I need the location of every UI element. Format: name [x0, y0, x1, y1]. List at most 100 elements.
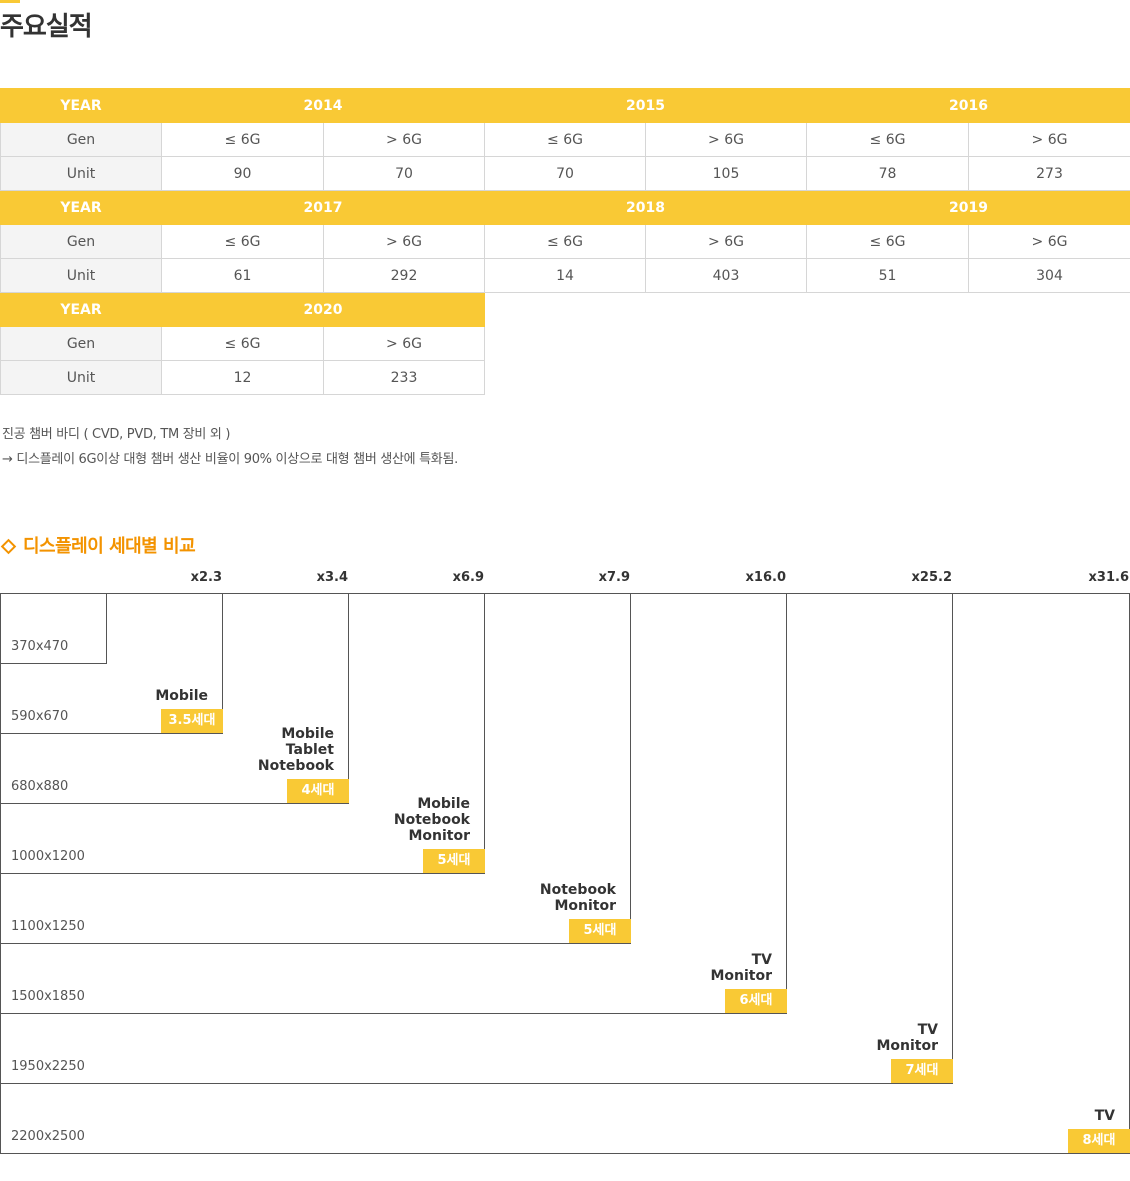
gen-row: Gen ≤ 6G > 6G ≤ 6G > 6G ≤ 6G > 6G — [0, 122, 1130, 157]
unit-low-cell: 12 — [161, 360, 324, 395]
unit-row: Unit 12 233 — [0, 360, 1130, 395]
size-label: 1100x1250 — [11, 919, 85, 934]
gen-low-cell: ≤ 6G — [806, 224, 969, 259]
application-labels: TV — [1095, 1108, 1115, 1124]
unit-high-cell: 273 — [968, 156, 1130, 191]
note-specialization: → 디스플레이 6G이상 대형 챔버 생산 비율이 90% 이상으로 대형 챔버… — [2, 452, 458, 467]
year-header: 2017 — [161, 190, 485, 225]
year-header: 2020 — [161, 292, 485, 327]
note-equipment: 진공 챔버 바디 ( CVD, PVD, TM 장비 외 ) — [2, 427, 231, 442]
generation-badge: 7세대 — [891, 1059, 953, 1083]
unit-low-cell: 90 — [161, 156, 324, 191]
comparison-title: 디스플레이 세대별 비교 — [0, 532, 196, 558]
unit-high-cell: 105 — [645, 156, 807, 191]
diamond-icon — [0, 538, 17, 554]
year-header: 2019 — [806, 190, 1130, 225]
size-label: 2200x2500 — [11, 1129, 85, 1144]
application-labels: Notebook Monitor — [540, 882, 616, 914]
application-label: Notebook — [393, 812, 470, 828]
application-label: Tablet — [285, 742, 334, 758]
application-label: Monitor — [554, 898, 616, 914]
gen-row: Gen ≤ 6G > 6G — [0, 326, 1130, 361]
unit-label: Unit — [0, 360, 162, 395]
size-label: 590x670 — [11, 709, 69, 724]
multiplier-label: x2.3 — [190, 570, 222, 585]
size-label: 1950x2250 — [11, 1059, 85, 1074]
gen-label: Gen — [0, 122, 162, 157]
unit-low-cell: 51 — [806, 258, 969, 293]
generation-badge: 6세대 — [725, 989, 787, 1013]
generation-badge: 5세대 — [569, 919, 631, 943]
gen-low-cell: ≤ 6G — [161, 224, 324, 259]
gen-label: Gen — [0, 326, 162, 361]
unit-low-cell: 78 — [806, 156, 969, 191]
gen-low-cell: ≤ 6G — [161, 326, 324, 361]
application-label: Mobile — [155, 688, 208, 704]
generation-badge: 8세대 — [1068, 1129, 1130, 1153]
generation-badge: 3.5세대 — [161, 709, 223, 733]
empty-cell — [485, 361, 1130, 395]
unit-low-cell: 14 — [484, 258, 646, 293]
year-header: 2015 — [484, 88, 807, 123]
gen-high-cell: > 6G — [645, 122, 807, 157]
gen-high-cell: > 6G — [645, 224, 807, 259]
generation-badge: 5세대 — [423, 849, 485, 873]
comparison-title-text: 디스플레이 세대별 비교 — [23, 536, 196, 557]
performance-table: YEAR 2014 2015 2016 Gen ≤ 6G > 6G ≤ 6G > 6G ≤ 6G >… — [0, 88, 1130, 395]
year-row: YEAR 2014 2015 2016 — [0, 88, 1130, 123]
multiplier-label: x7.9 — [598, 570, 630, 585]
multiplier-label: x16.0 — [745, 570, 786, 585]
gen-low-cell: ≤ 6G — [161, 122, 324, 157]
year-row: YEAR 2017 2018 2019 — [0, 190, 1130, 225]
unit-label: Unit — [0, 258, 162, 293]
application-labels: Mobile — [155, 688, 208, 704]
year-label: YEAR — [0, 88, 162, 123]
gen-row: Gen ≤ 6G > 6G ≤ 6G > 6G ≤ 6G > 6G — [0, 224, 1130, 259]
unit-row: Unit 90 70 70 105 78 273 — [0, 156, 1130, 191]
year-label: YEAR — [0, 190, 162, 225]
application-label: TV — [1094, 1108, 1115, 1124]
year-row: YEAR 2020 — [0, 292, 1130, 327]
gen-high-cell: > 6G — [323, 224, 485, 259]
gen-high-cell: > 6G — [323, 122, 485, 157]
size-label: 370x470 — [11, 639, 69, 654]
year-label: YEAR — [0, 292, 162, 327]
multiplier-label: x25.2 — [911, 570, 952, 585]
unit-high-cell: 233 — [323, 360, 485, 395]
size-label: 680x880 — [11, 779, 69, 794]
gen-high-cell: > 6G — [323, 326, 485, 361]
empty-cell — [485, 293, 1130, 327]
year-header: 2014 — [161, 88, 485, 123]
gen-label: Gen — [0, 224, 162, 259]
application-label: Monitor — [408, 828, 470, 844]
application-label: Monitor — [710, 968, 772, 984]
generation-badge: 4세대 — [287, 779, 349, 803]
application-labels: TV Monitor — [876, 1022, 938, 1054]
unit-low-cell: 61 — [161, 258, 324, 293]
unit-high-cell: 292 — [323, 258, 485, 293]
unit-high-cell: 403 — [645, 258, 807, 293]
year-header: 2018 — [484, 190, 807, 225]
application-label: TV — [751, 952, 772, 968]
multiplier-label: x31.6 — [1088, 570, 1129, 585]
application-label: TV — [917, 1022, 938, 1038]
application-label: Notebook — [257, 758, 334, 774]
gen-low-cell: ≤ 6G — [484, 122, 646, 157]
unit-row: Unit 61 292 14 403 51 304 — [0, 258, 1130, 293]
application-label: Mobile — [417, 796, 470, 812]
gen-high-cell: > 6G — [968, 224, 1130, 259]
application-label: Notebook — [539, 882, 616, 898]
application-label: Mobile — [281, 726, 334, 742]
unit-low-cell: 70 — [484, 156, 646, 191]
application-labels: Mobile Notebook Monitor — [394, 796, 470, 844]
unit-label: Unit — [0, 156, 162, 191]
empty-cell — [485, 327, 1130, 361]
gen-low-cell: ≤ 6G — [806, 122, 969, 157]
gen-low-cell: ≤ 6G — [484, 224, 646, 259]
multiplier-label: x6.9 — [452, 570, 484, 585]
application-labels: TV Monitor — [710, 952, 772, 984]
size-label: 1000x1200 — [11, 849, 85, 864]
unit-high-cell: 304 — [968, 258, 1130, 293]
application-labels: Mobile Tablet Notebook — [258, 726, 334, 774]
title-accent-bar — [0, 0, 20, 3]
